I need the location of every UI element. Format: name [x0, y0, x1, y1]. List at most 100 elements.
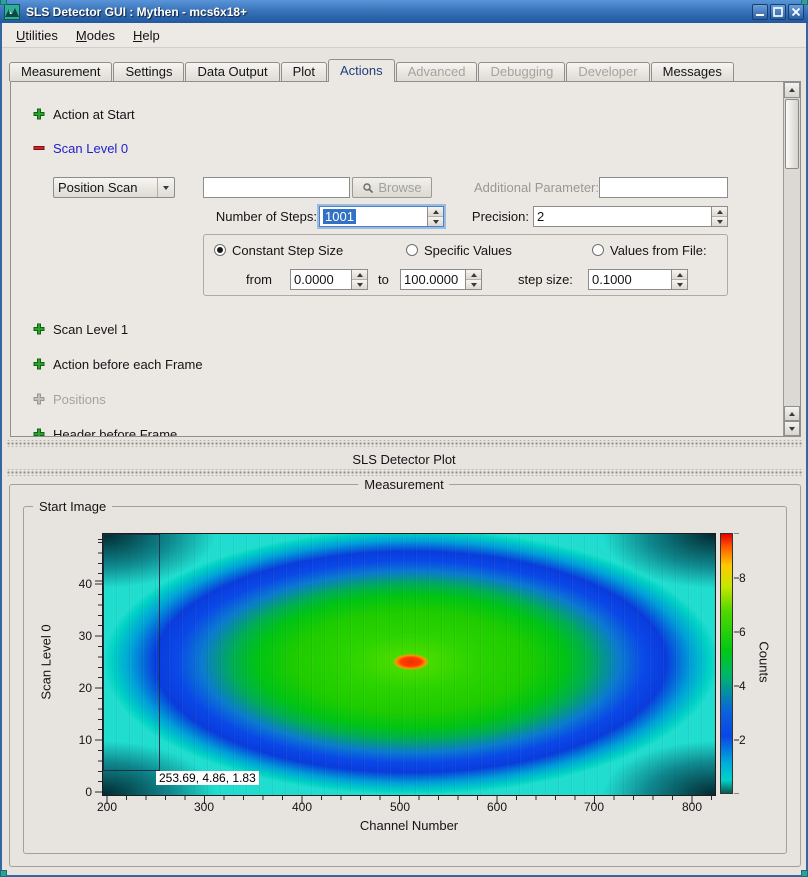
spin-up-icon[interactable]	[712, 207, 727, 216]
additional-parameter-input[interactable]	[599, 177, 728, 198]
specific-values-option[interactable]: Specific Values	[406, 243, 512, 257]
remove-icon	[33, 142, 45, 154]
vertical-scrollbar[interactable]	[783, 82, 800, 436]
positions-label: Positions	[53, 392, 106, 407]
spin-buttons	[465, 270, 481, 289]
maximize-button[interactable]	[770, 4, 786, 20]
tab-data-output[interactable]: Data Output	[185, 62, 279, 81]
action-before-frame-row[interactable]: Action before each Frame	[33, 356, 203, 372]
add-icon-disabled	[33, 393, 45, 405]
header-before-frame-row[interactable]: Header before Frame	[33, 426, 177, 437]
combo-dropdown-icon[interactable]	[157, 178, 174, 197]
start-image-group-title: Start Image	[33, 499, 112, 514]
menu-modes[interactable]: Modes	[68, 26, 123, 45]
scroll-up-button-bottom[interactable]	[784, 406, 800, 421]
spin-down-icon[interactable]	[712, 216, 727, 226]
splitter-handle[interactable]	[6, 469, 803, 476]
spin-buttons	[351, 270, 367, 289]
browse-button: Browse	[352, 177, 432, 198]
spin-down-icon[interactable]	[352, 279, 367, 289]
browse-icon	[362, 182, 374, 194]
scroll-down-button[interactable]	[784, 421, 800, 436]
scroll-up-button[interactable]	[784, 82, 800, 98]
from-spinbox[interactable]: 0.0000	[290, 269, 368, 290]
y-tick-label: 0	[58, 785, 92, 799]
scan-level-1-row[interactable]: Scan Level 1	[33, 321, 128, 337]
window-corner-grip[interactable]	[801, 0, 808, 5]
x-tick-label: 800	[682, 800, 702, 814]
tab-settings[interactable]: Settings	[113, 62, 184, 81]
scan-type-combo[interactable]: Position Scan	[53, 177, 175, 198]
spin-up-icon[interactable]	[466, 270, 481, 279]
actions-tab-pane: Action at Start Scan Level 0 Position Sc…	[10, 81, 801, 437]
tab-measurement[interactable]: Measurement	[9, 62, 112, 81]
action-at-start-label: Action at Start	[53, 107, 135, 122]
y-tick-label: 40	[58, 577, 92, 591]
tab-debugging: Debugging	[478, 62, 565, 81]
spin-down-icon[interactable]	[672, 279, 687, 289]
heatmap-canvas[interactable]: 253.69, 4.86, 1.83	[102, 533, 716, 796]
window-corner-grip[interactable]	[801, 870, 808, 877]
radio-specific-values[interactable]	[406, 244, 418, 256]
tab-plot[interactable]: Plot	[281, 62, 327, 81]
x-axis-title: Channel Number	[102, 818, 716, 833]
step-size-spinbox[interactable]: 0.1000	[588, 269, 688, 290]
minimize-button[interactable]	[752, 4, 768, 20]
menubar: Utilities Modes Help	[2, 23, 806, 48]
scrollbar-thumb[interactable]	[785, 99, 799, 169]
from-label: from	[246, 269, 272, 290]
titlebar[interactable]: SLS Detector GUI : Mythen - mcs6x18+	[0, 0, 808, 23]
application-window: SLS Detector GUI : Mythen - mcs6x18+ Uti…	[0, 0, 808, 877]
x-tick-label: 700	[584, 800, 604, 814]
zoom-selection-rect	[103, 534, 160, 771]
specific-values-label: Specific Values	[424, 243, 512, 258]
to-label: to	[378, 269, 389, 290]
header-before-frame-label: Header before Frame	[53, 427, 177, 438]
radio-constant-step[interactable]	[214, 244, 226, 256]
precision-value: 2	[537, 209, 544, 224]
to-spinbox[interactable]: 100.0000	[400, 269, 482, 290]
tabbar: Measurement Settings Data Output Plot Ac…	[9, 58, 799, 81]
scan-level-0-row[interactable]: Scan Level 0	[33, 140, 128, 156]
number-of-steps-label: Number of Steps:	[107, 206, 317, 227]
y-axis-title: Scan Level 0	[39, 624, 54, 699]
window-corner-grip[interactable]	[0, 870, 7, 877]
splitter-handle[interactable]	[6, 440, 803, 447]
menu-utilities[interactable]: Utilities	[8, 26, 66, 45]
x-tick-label: 400	[292, 800, 312, 814]
spin-up-icon[interactable]	[352, 270, 367, 279]
spin-up-icon[interactable]	[672, 270, 687, 279]
from-value: 0.0000	[294, 272, 334, 287]
tab-actions[interactable]: Actions	[328, 59, 395, 82]
x-tick-label: 600	[487, 800, 507, 814]
measurement-group-title: Measurement	[358, 477, 449, 492]
radio-values-from-file[interactable]	[592, 244, 604, 256]
window-title: SLS Detector GUI : Mythen - mcs6x18+	[26, 5, 247, 19]
minimize-icon	[754, 6, 766, 18]
precision-label: Precision:	[463, 206, 529, 227]
to-value: 100.0000	[404, 272, 458, 287]
window-corner-grip[interactable]	[0, 0, 7, 5]
spin-down-icon[interactable]	[466, 279, 481, 289]
constant-step-option[interactable]: Constant Step Size	[214, 243, 343, 257]
action-at-start-row[interactable]: Action at Start	[33, 106, 135, 122]
scan-script-input[interactable]	[203, 177, 350, 198]
tab-advanced: Advanced	[396, 62, 478, 81]
menu-help[interactable]: Help	[125, 26, 168, 45]
add-icon	[33, 358, 45, 370]
scan-level-1-label: Scan Level 1	[53, 322, 128, 337]
add-icon	[33, 108, 45, 120]
spin-up-icon[interactable]	[428, 207, 443, 216]
tab-messages[interactable]: Messages	[651, 62, 734, 81]
colorbar-title: Counts	[757, 641, 772, 682]
x-tick-label: 200	[97, 800, 117, 814]
step-range-groupbox: Constant Step Size Specific Values Value…	[203, 234, 728, 296]
precision-spinbox[interactable]: 2	[533, 206, 728, 227]
plot-dock-title: SLS Detector Plot	[2, 452, 806, 467]
colorbar-tick-label: 8	[739, 571, 763, 585]
close-button[interactable]	[788, 4, 804, 20]
spin-down-icon[interactable]	[428, 216, 443, 226]
number-of-steps-spinbox[interactable]: 1001	[319, 206, 444, 227]
scan-level-0-label: Scan Level 0	[53, 141, 128, 156]
values-from-file-option[interactable]: Values from File:	[592, 243, 707, 257]
